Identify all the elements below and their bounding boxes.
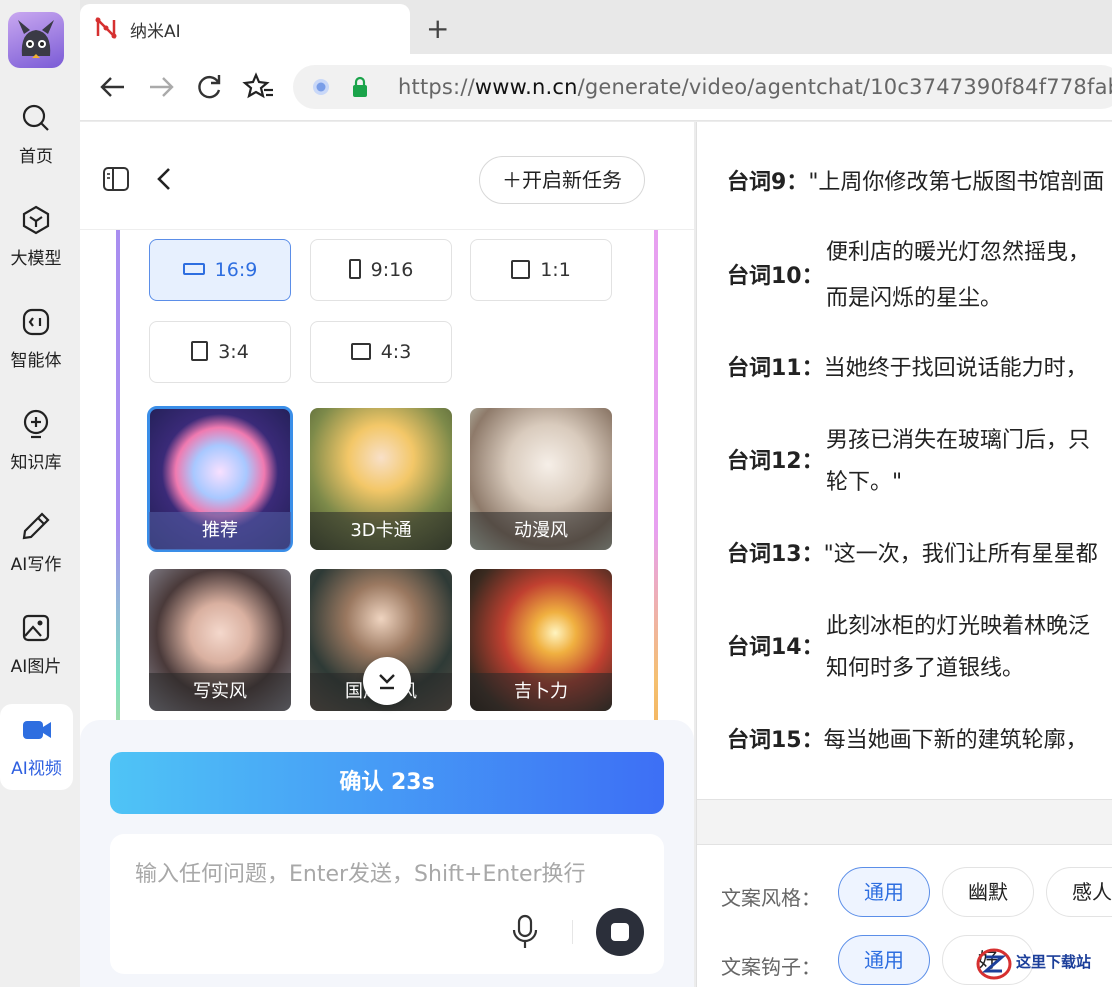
style-3d-cartoon[interactable]: 3D卡通 [310, 408, 452, 550]
agent-icon [22, 308, 50, 336]
hook-option-row: 文案钩子： [721, 955, 821, 979]
rail-item-model[interactable]: 大模型 [0, 204, 72, 294]
script-line-label: 台词12： [727, 449, 824, 474]
back-icon[interactable] [96, 70, 130, 104]
rail-item-agent[interactable]: 智能体 [0, 306, 72, 396]
new-task-button[interactable]: ＋开启新任务 [479, 156, 645, 204]
script-line-text: 男孩已消失在玻璃门后，只 [826, 428, 1091, 453]
script-line: 台词15：每当她画下新的建筑轮廓， [727, 728, 1088, 753]
forward-icon[interactable] [144, 70, 178, 104]
video-icon [22, 721, 51, 739]
input-placeholder: 输入任何问题，Enter发送，Shift+Enter换行 [135, 862, 586, 887]
script-line: 台词11：当她终于找回说话能力时， [727, 356, 1088, 381]
portrait-icon [191, 341, 209, 361]
ratio-3-4[interactable]: 3:4 [149, 321, 291, 383]
bulb-icon [23, 409, 49, 439]
landscape-icon [182, 263, 205, 275]
stop-button[interactable] [596, 908, 644, 956]
scroll-down-button[interactable] [363, 657, 411, 705]
generation-panel: ＋开启新任务 16:9 9:16 1:1 3:4 4:3 推荐 3D卡通 动漫风… [80, 122, 694, 987]
browser-tab-strip: 纳米AI + [80, 0, 1112, 54]
microphone-icon[interactable] [510, 914, 540, 950]
script-line: 台词13："这一次，我们让所有星星都 [727, 542, 1098, 567]
script-line-text: 知何时多了道银线。 [826, 656, 1025, 681]
script-line-label: 台词10： [727, 264, 824, 289]
portrait-icon [348, 259, 361, 279]
rail-item-home[interactable]: 首页 [0, 102, 72, 192]
script-line: 台词9："上周你修改第七版图书馆剖面 [727, 170, 1105, 195]
rail-item-label: 知识库 [10, 453, 62, 473]
hook-option-general[interactable]: 通用 [838, 935, 930, 985]
panel-header: ＋开启新任务 [80, 122, 694, 230]
style-ghibli[interactable]: 吉卜力 [470, 569, 612, 711]
script-line-text: 便利店的暖光灯忽然摇曳， [826, 240, 1091, 265]
ratio-4-3[interactable]: 4:3 [310, 321, 452, 383]
rail-item-label: AI图片 [10, 657, 62, 677]
rail-item-knowledge[interactable]: 知识库 [0, 408, 72, 498]
style-recommended[interactable]: 推荐 [147, 406, 293, 552]
ratio-16-9[interactable]: 16:9 [149, 239, 291, 301]
rail-item-writing[interactable]: AI写作 [0, 510, 72, 600]
rail-item-image[interactable]: AI图片 [0, 612, 72, 702]
new-tab-button[interactable]: + [426, 12, 449, 45]
rail-item-label: 首页 [19, 147, 53, 167]
url-text: https://www.n.cn/generate/video/agentcha… [398, 75, 1112, 99]
rail-item-video[interactable]: AI视频 [0, 704, 73, 790]
separator [572, 920, 573, 944]
download-site-logo-icon [976, 948, 1012, 980]
nami-favicon-icon [95, 16, 117, 40]
confirm-button[interactable]: 确认 23s [110, 752, 664, 814]
script-panel: 台词9："上周你修改第七版图书馆剖面 便利店的暖光灯忽然摇曳， 台词10： 而是… [696, 122, 1112, 987]
script-line-text: 而是闪烁的星尘。 [826, 286, 1003, 311]
reload-icon[interactable] [192, 70, 226, 104]
lock-icon [353, 76, 367, 97]
panel-divider [697, 799, 1112, 845]
style-option-row: 文案风格： [721, 886, 821, 910]
ratio-1-1[interactable]: 1:1 [470, 239, 612, 301]
tab-title: 纳米AI [130, 22, 181, 42]
script-line-text: 轮下。" [826, 470, 903, 495]
site-info-icon[interactable] [311, 77, 331, 97]
landscape-icon [350, 342, 371, 360]
app-logo[interactable] [8, 12, 64, 68]
style-option-touching[interactable]: 感人 [1046, 867, 1112, 917]
image-icon [22, 614, 50, 642]
style-realistic[interactable]: 写实风 [149, 569, 291, 711]
script-line-label: 台词14： [727, 635, 824, 660]
composer-area: 确认 23s 输入任何问题，Enter发送，Shift+Enter换行 [80, 720, 694, 987]
chat-input[interactable]: 输入任何问题，Enter发送，Shift+Enter换行 [110, 834, 664, 974]
rail-item-label: AI视频 [11, 759, 62, 779]
address-bar[interactable]: https://www.n.cn/generate/video/agentcha… [293, 65, 1112, 109]
sidebar-toggle-icon[interactable] [102, 166, 130, 192]
chevron-down-icon [379, 674, 395, 690]
browser-tab[interactable]: 纳米AI [80, 4, 410, 54]
rail-item-label: 智能体 [10, 351, 62, 371]
script-line-text: 此刻冰柜的灯光映着林晚泛 [826, 614, 1091, 639]
square-icon [511, 259, 531, 279]
watermark-logo: 这里下载站 [976, 945, 1106, 983]
favorites-star-icon[interactable] [242, 70, 276, 104]
rail-item-label: 大模型 [10, 249, 62, 269]
search-icon [22, 104, 49, 131]
style-anime[interactable]: 动漫风 [470, 408, 612, 550]
browser-toolbar: https://www.n.cn/generate/video/agentcha… [80, 54, 1112, 121]
app-rail: 首页 大模型 智能体 知识库 AI写作 AI图片 AI视频 [0, 0, 80, 987]
pen-icon [22, 512, 50, 540]
chevron-left-icon[interactable] [154, 166, 174, 192]
ratio-9-16[interactable]: 9:16 [310, 239, 452, 301]
plus-icon: ＋ [502, 168, 522, 192]
rail-item-label: AI写作 [10, 555, 62, 575]
style-option-general[interactable]: 通用 [838, 867, 930, 917]
cube-icon [22, 205, 50, 235]
style-option-humor[interactable]: 幽默 [942, 867, 1034, 917]
mascot-icon [18, 20, 54, 58]
